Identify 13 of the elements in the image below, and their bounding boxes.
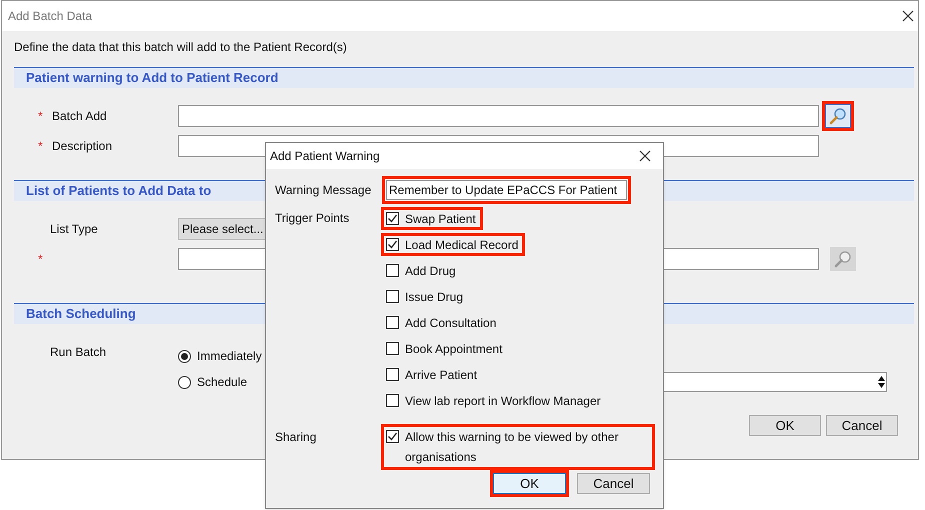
field-label: Warning Message: [275, 182, 372, 199]
field-label: Run Batch: [50, 344, 106, 361]
instruction-text: Define the data that this batch will add to the Patient Record(s): [14, 39, 348, 55]
field-label: Description: [52, 138, 112, 155]
required-marker: *: [38, 138, 44, 155]
dialog-title: Add Batch Data: [8, 8, 92, 25]
required-marker: *: [38, 251, 44, 268]
dialog-title: Add Patient Warning: [270, 148, 380, 165]
required-marker: *: [38, 108, 44, 125]
field-label: Sharing: [275, 429, 318, 446]
field-label: List Type: [50, 221, 98, 238]
section-header: Patient warning to Add to Patient Record: [14, 67, 914, 88]
field-label: Batch Add: [52, 108, 107, 125]
